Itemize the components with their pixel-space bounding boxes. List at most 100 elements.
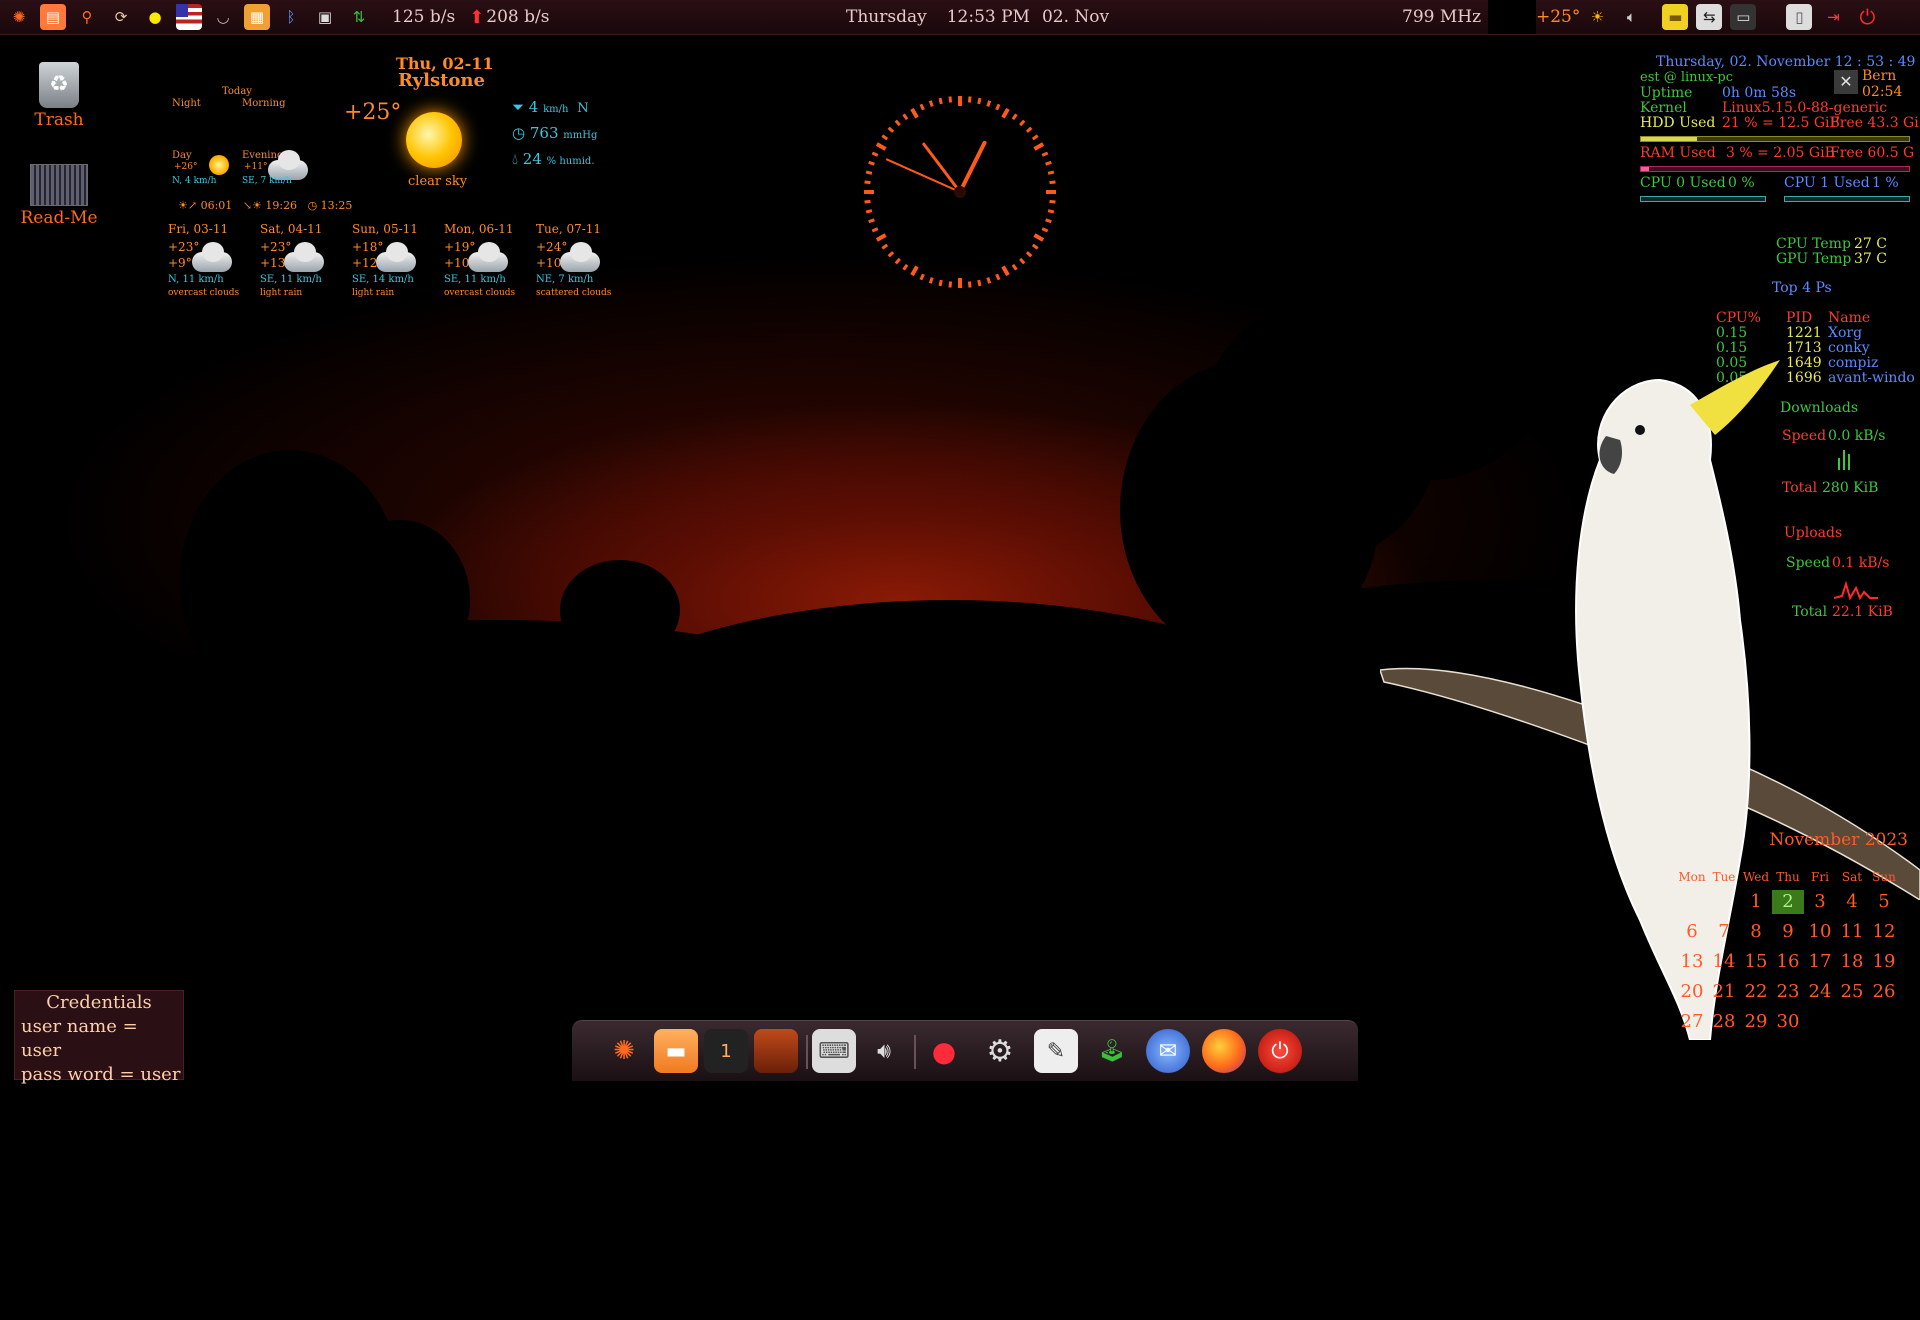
calendar-day[interactable]: 22 bbox=[1740, 980, 1772, 1004]
calendar-day[interactable]: 27 bbox=[1676, 1010, 1708, 1034]
clock-tick bbox=[1011, 113, 1018, 121]
humidity-row: 💧︎ 24 % humid. bbox=[512, 150, 595, 168]
cpu-frequency: 799 MHz bbox=[1402, 7, 1482, 27]
today-label: Today bbox=[222, 86, 252, 97]
calendar-day[interactable]: 30 bbox=[1772, 1010, 1804, 1034]
folder-icon[interactable]: ▬ bbox=[1662, 4, 1689, 30]
forecast-condition: light rain bbox=[260, 288, 303, 298]
firefox-icon[interactable] bbox=[1202, 1029, 1246, 1073]
calendar-day[interactable]: 20 bbox=[1676, 980, 1708, 1004]
sunset-icon: ↘☀ bbox=[242, 199, 262, 212]
budgie-menu-icon[interactable]: ✺ bbox=[602, 1029, 646, 1073]
calendar-day[interactable]: 4 bbox=[1836, 890, 1868, 914]
forecast-weather-icon bbox=[284, 242, 324, 272]
daylength: 13:25 bbox=[320, 199, 353, 212]
network-tower-icon[interactable]: ⚲ bbox=[74, 4, 100, 30]
cup-icon[interactable]: ◡ bbox=[210, 4, 236, 30]
col-cpu: CPU% bbox=[1716, 310, 1761, 326]
strawberry-icon[interactable]: ● bbox=[922, 1029, 966, 1073]
forecast-hi: +19° bbox=[444, 240, 476, 254]
power-icon[interactable]: ⏻ bbox=[1854, 4, 1880, 30]
calendar-day[interactable]: 1 bbox=[1740, 890, 1772, 914]
joystick-icon[interactable]: 🕹︎ bbox=[1090, 1029, 1134, 1073]
down-speed-value: 0.0 kB/s bbox=[1828, 428, 1886, 444]
logout-icon[interactable]: ⇥ bbox=[1820, 4, 1846, 30]
calendar-day[interactable]: 5 bbox=[1868, 890, 1900, 914]
clock-tick bbox=[910, 265, 919, 277]
file-manager-icon[interactable]: ▤ bbox=[40, 4, 66, 30]
tools-icon[interactable]: ✕ bbox=[1834, 70, 1858, 94]
calendar-day[interactable]: 25 bbox=[1836, 980, 1868, 1004]
calendar-day[interactable]: 15 bbox=[1740, 950, 1772, 974]
text-editor-icon[interactable]: ✎ bbox=[1034, 1029, 1078, 1073]
usb-icon[interactable]: ▯ bbox=[1786, 4, 1813, 30]
calendar-day[interactable]: 13 bbox=[1676, 950, 1708, 974]
settings-gear-icon[interactable]: ⚙ bbox=[978, 1029, 1022, 1073]
panel-clock[interactable]: Thursday 12:53 PM 02. Nov bbox=[846, 0, 1109, 34]
calendar-empty-cell bbox=[1676, 890, 1708, 914]
calendar-day[interactable]: 6 bbox=[1676, 920, 1708, 944]
calendar-day[interactable]: 26 bbox=[1868, 980, 1900, 1004]
us-flag-icon[interactable] bbox=[176, 4, 202, 30]
cpu1-value: 1 % bbox=[1872, 175, 1899, 191]
calendar-today[interactable]: 2 bbox=[1772, 890, 1804, 914]
display-icon[interactable]: ▭ bbox=[1730, 4, 1757, 30]
calendar-day[interactable]: 11 bbox=[1836, 920, 1868, 944]
grid-app-icon[interactable]: ▦ bbox=[244, 4, 270, 30]
clock-tick bbox=[902, 113, 909, 121]
clock-tick bbox=[881, 243, 889, 250]
calendar-day[interactable]: 21 bbox=[1708, 980, 1740, 1004]
calendar-day[interactable]: 29 bbox=[1740, 1010, 1772, 1034]
calendar-day[interactable]: 19 bbox=[1868, 950, 1900, 974]
volume-icon[interactable]: 🔈︎ bbox=[1618, 4, 1644, 30]
workspace-icon[interactable]: 1 bbox=[704, 1029, 748, 1073]
calendar-day[interactable]: 28 bbox=[1708, 1010, 1740, 1034]
files-icon[interactable]: ▬ bbox=[654, 1029, 698, 1073]
network-updown-icon[interactable]: ⇅ bbox=[346, 4, 372, 30]
clock-tick bbox=[995, 103, 1001, 111]
calendar-day[interactable]: 16 bbox=[1772, 950, 1804, 974]
calendar-day[interactable]: 10 bbox=[1804, 920, 1836, 944]
cpu-temp-value: 27 C bbox=[1854, 236, 1887, 252]
keyboard-icon[interactable]: ⌨ bbox=[812, 1029, 856, 1073]
down-total-value: 280 KiB bbox=[1822, 480, 1879, 496]
forecast-weather-icon bbox=[376, 242, 416, 272]
weather-blob-icon[interactable]: ● bbox=[142, 4, 168, 30]
readme-file-icon bbox=[30, 164, 88, 206]
panel-temp[interactable]: +25° bbox=[1536, 7, 1580, 27]
hdd-free: Free 43.3 Gi bbox=[1830, 115, 1919, 131]
switcher-icon[interactable]: ⇆ bbox=[1696, 4, 1723, 30]
calendar-day[interactable]: 9 bbox=[1772, 920, 1804, 944]
top-panel: ✺ ▤ ⚲ ⟳ ● ◡ ▦ ᛒ ▣ ⇅ 125 b/s ⬆ 208 b/s Th… bbox=[0, 0, 1920, 35]
wind-unit: km/h bbox=[543, 104, 569, 115]
update-icon[interactable]: ⟳ bbox=[108, 4, 134, 30]
sun-times: ☀↗ 06:01 ↘☀ 19:26 ◷ 13:25 bbox=[178, 199, 352, 212]
calendar-day[interactable]: 7 bbox=[1708, 920, 1740, 944]
terminal-window-icon[interactable] bbox=[754, 1029, 798, 1073]
proc-cpu: 0.15 bbox=[1716, 340, 1748, 356]
ubuntu-budgie-icon[interactable]: ✺ bbox=[6, 4, 32, 30]
trash-desktop-icon[interactable]: ♻ Trash bbox=[14, 62, 104, 130]
calendar-day[interactable]: 18 bbox=[1836, 950, 1868, 974]
power-icon[interactable]: ⏻ bbox=[1258, 1029, 1302, 1073]
calendar-day[interactable]: 24 bbox=[1804, 980, 1836, 1004]
calendar-day[interactable]: 12 bbox=[1868, 920, 1900, 944]
gpu-temp-value: 37 C bbox=[1854, 251, 1887, 267]
calendar-day[interactable]: 14 bbox=[1708, 950, 1740, 974]
thunderbird-icon[interactable]: ✉ bbox=[1146, 1029, 1190, 1073]
monitor-icon[interactable]: ▣ bbox=[312, 4, 338, 30]
calendar-day[interactable]: 8 bbox=[1740, 920, 1772, 944]
volume-icon[interactable]: 🔊︎ bbox=[862, 1029, 906, 1073]
clock-tick bbox=[919, 103, 925, 111]
clock-tick bbox=[977, 97, 982, 105]
sunset-time: 19:26 bbox=[265, 199, 298, 212]
clock-tick bbox=[948, 96, 953, 103]
forecast-day-label: Mon, 06-11 bbox=[444, 222, 514, 236]
calendar-day[interactable]: 23 bbox=[1772, 980, 1804, 1004]
forecast-hi: +23° bbox=[260, 240, 292, 254]
sun-icon[interactable]: ☀ bbox=[1584, 4, 1610, 30]
readme-desktop-icon[interactable]: Read-Me bbox=[14, 164, 104, 228]
calendar-day[interactable]: 17 bbox=[1804, 950, 1836, 974]
bluetooth-icon[interactable]: ᛒ bbox=[278, 4, 304, 30]
calendar-day[interactable]: 3 bbox=[1804, 890, 1836, 914]
